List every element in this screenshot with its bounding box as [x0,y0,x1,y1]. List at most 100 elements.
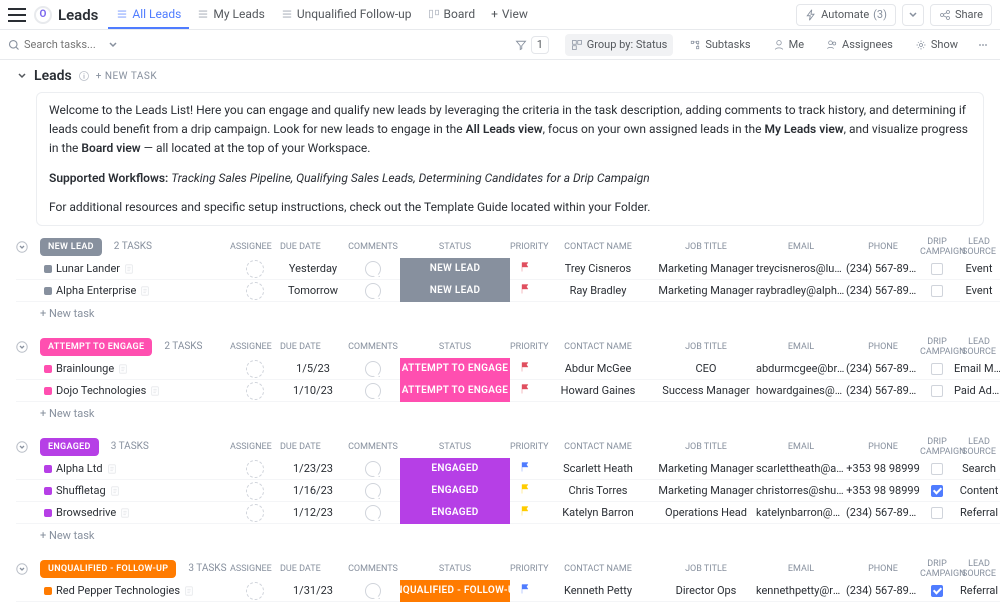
priority-flag-icon[interactable] [519,383,531,395]
task-name-cell[interactable]: Red Pepper Technologies [40,584,230,597]
assignee-cell[interactable] [230,460,280,478]
due-date-cell[interactable]: 1/23/23 [280,462,346,475]
assignees-button[interactable]: Assignees [820,34,899,56]
comments-cell[interactable] [346,583,400,599]
filter-button[interactable]: 1 [509,34,555,56]
column-header[interactable]: Phone [846,342,920,352]
status-cell[interactable]: ATTEMPT TO ENGAGE [400,380,510,402]
column-header[interactable]: Contact Name [540,442,656,452]
priority-flag-icon[interactable] [519,505,531,517]
tab-my-leads[interactable]: My Leads [189,0,272,29]
groupby-button[interactable]: Group by: Status [565,34,674,56]
job-title-cell[interactable]: Director Ops [656,584,756,597]
column-header[interactable]: Drip Campaign [920,437,954,457]
comments-cell[interactable] [346,461,400,477]
column-header[interactable]: Status [400,342,510,352]
priority-flag-icon[interactable] [519,483,531,495]
due-date-cell[interactable]: 1/5/23 [280,362,346,375]
comments-cell[interactable] [346,483,400,499]
comments-cell[interactable] [346,261,400,277]
me-button[interactable]: Me [767,34,810,56]
column-header[interactable]: Job Title [656,564,756,574]
job-title-cell[interactable]: Marketing Manager [656,262,756,275]
column-header[interactable]: Lead Source [954,337,1000,357]
job-title-cell[interactable]: Marketing Manager [656,484,756,497]
priority-cell[interactable] [510,505,540,520]
status-cell[interactable]: UNQUALIFIED - FOLLOW-UP [400,580,510,602]
job-title-cell[interactable]: Success Manager [656,384,756,397]
status-cell[interactable]: ATTEMPT TO ENGAGE [400,358,510,380]
phone-cell[interactable]: (234) 567-8901 [846,362,920,375]
task-row[interactable]: Brainlounge 1/5/23 ATTEMPT TO ENGAGE Abd… [16,358,1000,380]
contact-name-cell[interactable]: Ray Bradley [540,284,656,297]
checkbox[interactable] [931,507,943,519]
assignee-cell[interactable] [230,282,280,300]
status-cell[interactable]: NEW LEAD [400,258,510,280]
show-button[interactable]: Show [909,34,964,56]
task-name-cell[interactable]: Browsedrive [40,506,230,519]
email-cell[interactable]: kennethpetty@redpe [756,584,846,597]
comments-cell[interactable] [346,383,400,399]
priority-flag-icon[interactable] [519,283,531,295]
email-cell[interactable]: katelynbarron@brows [756,506,846,519]
lead-source-cell[interactable]: Event [954,284,1000,297]
column-header[interactable]: Job Title [656,342,756,352]
contact-name-cell[interactable]: Scarlett Heath [540,462,656,475]
job-title-cell[interactable]: Marketing Manager [656,284,756,297]
drip-cell[interactable] [920,363,954,375]
column-header[interactable]: Comments [346,442,400,452]
chevron-down-icon[interactable] [16,341,28,353]
column-header[interactable]: Phone [846,242,920,252]
priority-cell[interactable] [510,361,540,376]
column-header[interactable]: Lead Source [954,237,1000,257]
priority-flag-icon[interactable] [519,261,531,273]
column-header[interactable]: Drip Campaign [920,237,954,257]
add-task-button[interactable]: + New task [16,302,1000,326]
column-header[interactable]: Due date [280,564,346,574]
column-header[interactable]: Email [756,242,846,252]
add-task-button[interactable]: + New task [16,402,1000,426]
column-header[interactable]: Status [400,442,510,452]
phone-cell[interactable]: +353 98 98999 [846,462,920,475]
email-cell[interactable]: treycisneros@lunarla [756,262,846,275]
column-header[interactable]: Priority [510,442,540,452]
priority-flag-icon[interactable] [519,361,531,373]
contact-name-cell[interactable]: Katelyn Barron [540,506,656,519]
status-chip[interactable]: NEW LEAD [40,238,102,256]
chevron-down-icon[interactable] [108,40,118,50]
drip-cell[interactable] [920,285,954,297]
email-cell[interactable]: howardgaines@dojot [756,384,846,397]
checkbox[interactable] [931,585,943,597]
chevron-down-icon[interactable] [16,241,28,253]
column-header[interactable]: Drip Campaign [920,559,954,579]
column-header[interactable]: Status [400,242,510,252]
column-header[interactable]: Lead Source [954,559,1000,579]
email-cell[interactable]: scarlettheath@alphal [756,462,846,475]
chevron-down-icon[interactable] [16,441,28,453]
column-header[interactable]: Comments [346,564,400,574]
status-chip[interactable]: UNQUALIFIED - FOLLOW-UP [40,560,176,578]
task-row[interactable]: Alpha Enterprise Tomorrow NEW LEAD Ray B… [16,280,1000,302]
column-header[interactable]: Phone [846,564,920,574]
more-button[interactable] [974,34,992,56]
comments-cell[interactable] [346,505,400,521]
drip-cell[interactable] [920,485,954,497]
task-name-cell[interactable]: Alpha Enterprise [40,284,230,297]
drip-cell[interactable] [920,463,954,475]
column-header[interactable]: Due date [280,442,346,452]
info-icon[interactable] [78,70,90,82]
drip-cell[interactable] [920,585,954,597]
task-name-cell[interactable]: Brainlounge [40,362,230,375]
priority-cell[interactable] [510,483,540,498]
column-header[interactable]: Lead Source [954,437,1000,457]
due-date-cell[interactable]: 1/12/23 [280,506,346,519]
assignee-cell[interactable] [230,360,280,378]
search-input[interactable] [24,38,104,51]
assignee-cell[interactable] [230,504,280,522]
email-cell[interactable]: christorres@shufflet [756,484,846,497]
column-header[interactable]: Email [756,342,846,352]
automate-button[interactable]: Automate (3) [796,4,896,26]
assignee-cell[interactable] [230,482,280,500]
contact-name-cell[interactable]: Kenneth Petty [540,584,656,597]
tab-add-view[interactable]: + View [483,0,536,29]
